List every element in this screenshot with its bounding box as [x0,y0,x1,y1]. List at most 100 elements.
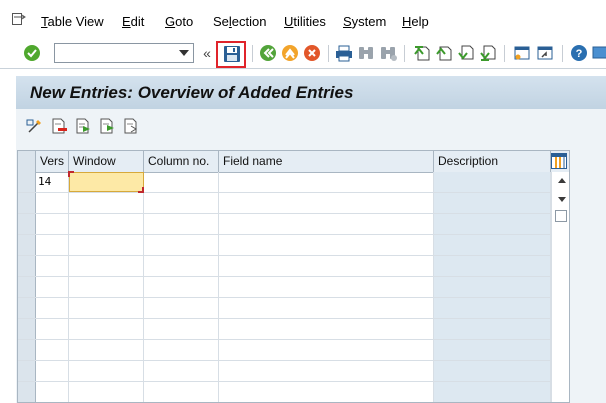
cancel-button[interactable] [302,43,322,63]
row-selector[interactable] [18,172,36,192]
display-change-icon[interactable] [26,117,44,135]
cell-field-name[interactable] [219,172,434,192]
column-header-window[interactable]: Window [69,151,144,172]
cell-window[interactable] [69,298,144,318]
column-header-column-no[interactable]: Column no. [144,151,219,172]
cell-window[interactable] [69,340,144,360]
cell-window[interactable] [68,171,144,193]
chevron-down-icon[interactable] [179,50,189,56]
cell-window[interactable] [69,214,144,234]
collapse-command-icon[interactable]: « [201,43,213,63]
row-selector[interactable] [18,193,36,213]
scroll-thumb[interactable] [555,210,567,222]
row-selector[interactable] [18,340,36,360]
scroll-down-icon[interactable] [558,197,566,202]
row-selector[interactable] [18,256,36,276]
cell-field-name[interactable] [219,256,434,276]
previous-entry-icon[interactable] [122,117,140,135]
cell-column-no[interactable] [144,298,219,318]
cell-column-no[interactable] [144,382,219,402]
cell-window[interactable] [69,256,144,276]
row-selector[interactable] [18,235,36,255]
cell-description [434,361,551,381]
cell-window[interactable] [69,235,144,255]
delete-row-icon[interactable] [50,117,68,135]
cell-column-no[interactable] [144,193,219,213]
menu-system[interactable]: System [343,14,386,29]
enter-button[interactable] [22,43,42,63]
menu-goto[interactable]: Goto [165,14,193,29]
cell-vers[interactable] [36,319,69,339]
cell-window[interactable] [69,361,144,381]
cell-field-name[interactable] [219,340,434,360]
cell-vers[interactable] [36,214,69,234]
cell-vers[interactable] [36,277,69,297]
print-button[interactable] [334,43,354,63]
row-selector[interactable] [18,319,36,339]
find-button[interactable] [356,43,376,63]
last-page-button[interactable] [478,43,498,63]
column-header-description[interactable]: Description [434,151,551,172]
cell-column-no[interactable] [144,256,219,276]
customize-layout-button[interactable] [591,43,606,63]
menu-utilities[interactable]: Utilities [284,14,326,29]
cell-field-name[interactable] [219,382,434,402]
new-session-button[interactable] [512,43,532,63]
column-header-field-name[interactable]: Field name [219,151,434,172]
row-selector[interactable] [18,298,36,318]
menu-table-view[interactable]: Table View [41,14,104,29]
save-button[interactable] [222,44,242,64]
cell-window[interactable] [69,382,144,402]
row-selector[interactable] [18,382,36,402]
cell-column-no[interactable] [144,214,219,234]
cell-vers[interactable] [36,361,69,381]
next-page-button[interactable] [456,43,476,63]
cell-column-no[interactable] [144,172,219,192]
cell-window[interactable] [69,319,144,339]
column-header-vers[interactable]: Vers [36,151,69,172]
scroll-up-icon[interactable] [558,178,566,183]
cell-vers[interactable] [36,256,69,276]
select-all-rows[interactable] [18,151,36,172]
cell-field-name[interactable] [219,298,434,318]
table-settings-icon[interactable] [551,153,567,169]
row-selector[interactable] [18,361,36,381]
cell-field-name[interactable] [219,277,434,297]
find-next-button[interactable] [378,43,398,63]
exit-button[interactable] [280,43,300,63]
cell-vers[interactable] [36,340,69,360]
vertical-scrollbar[interactable] [551,172,569,402]
cell-vers[interactable] [36,382,69,402]
cell-column-no[interactable] [144,340,219,360]
cell-field-name[interactable] [219,214,434,234]
cell-window[interactable] [69,277,144,297]
cell-field-name[interactable] [219,193,434,213]
cell-vers[interactable]: 14 [36,172,69,192]
cell-column-no[interactable] [144,361,219,381]
next-entry-icon[interactable] [98,117,116,135]
menu-edit[interactable]: Edit [122,14,144,29]
menu-selection[interactable]: Selection [213,14,267,29]
row-selector[interactable] [18,214,36,234]
copy-row-icon[interactable] [74,117,92,135]
cell-vers[interactable] [36,298,69,318]
previous-page-button[interactable] [434,43,454,63]
command-field[interactable] [54,43,194,63]
cell-field-name[interactable] [219,319,434,339]
cell-field-name[interactable] [219,361,434,381]
help-button[interactable]: ? [569,43,589,63]
cell-column-no[interactable] [144,235,219,255]
shortcut-button[interactable] [535,43,555,63]
cell-column-no[interactable] [144,319,219,339]
back-button[interactable] [258,43,278,63]
menu-help[interactable]: Help [402,14,429,29]
cell-vers[interactable] [36,193,69,213]
cell-window[interactable] [69,193,144,213]
first-page-button[interactable] [412,43,432,63]
table-row [18,382,551,402]
menu-toggle-icon[interactable] [12,13,26,26]
cell-column-no[interactable] [144,277,219,297]
cell-field-name[interactable] [219,235,434,255]
row-selector[interactable] [18,277,36,297]
cell-vers[interactable] [36,235,69,255]
